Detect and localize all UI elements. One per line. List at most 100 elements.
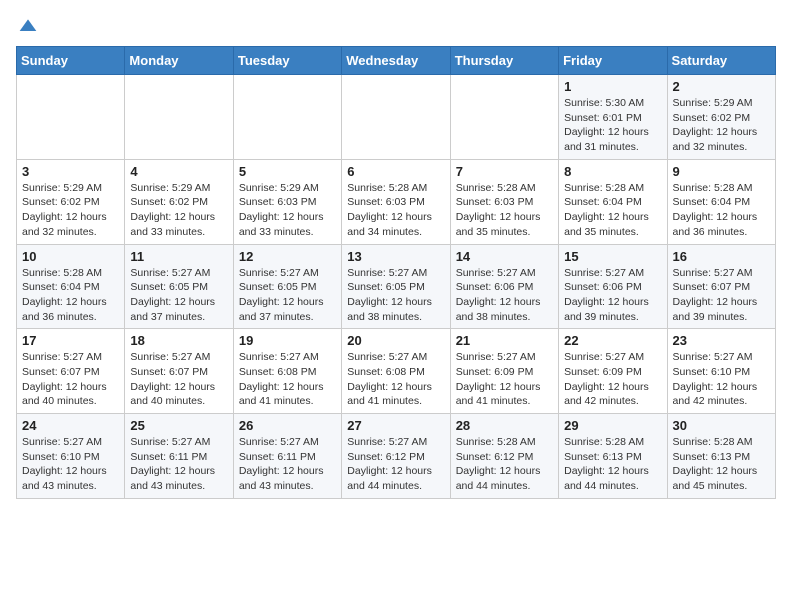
calendar-day-cell: 20Sunrise: 5:27 AMSunset: 6:08 PMDayligh… [342, 329, 450, 414]
day-number: 1 [564, 79, 661, 94]
calendar-day-cell: 15 Sunrise: 5:27 AMSunset: 6:06 PMDayligh… [559, 244, 667, 329]
day-number: 25 [130, 418, 227, 433]
logo [16, 16, 38, 36]
day-number: 18 [130, 333, 227, 348]
day-of-week-header: Friday [559, 47, 667, 75]
calendar-day-cell: 25 Sunrise: 5:27 AMSunset: 6:11 PMDayligh… [125, 414, 233, 499]
day-info: Sunrise: 5:27 AMSunset: 6:07 PMDaylight:… [673, 266, 770, 325]
day-number: 20 [347, 333, 444, 348]
calendar-day-cell [450, 75, 558, 160]
day-number: 29 [564, 418, 661, 433]
day-number: 2 [673, 79, 770, 94]
day-info: Sunrise: 5:27 AMSunset: 6:05 PMDaylight:… [239, 266, 336, 325]
day-info: Sunrise: 5:27 AMSunset: 6:10 PMDaylight:… [22, 435, 119, 494]
day-info: Sunrise: 5:27 AMSunset: 6:11 PMDaylight:… [130, 435, 227, 494]
day-number: 12 [239, 249, 336, 264]
day-number: 27 [347, 418, 444, 433]
calendar-day-cell: 18 Sunrise: 5:27 AMSunset: 6:07 PMDayligh… [125, 329, 233, 414]
day-info: Sunrise: 5:28 AMSunset: 6:04 PMDaylight:… [564, 181, 661, 240]
calendar-day-cell: 28 Sunrise: 5:28 AMSunset: 6:12 PMDayligh… [450, 414, 558, 499]
day-number: 6 [347, 164, 444, 179]
day-info: Sunrise: 5:28 AMSunset: 6:13 PMDaylight:… [564, 435, 661, 494]
day-number: 19 [239, 333, 336, 348]
calendar-day-cell: 12 Sunrise: 5:27 AMSunset: 6:05 PMDayligh… [233, 244, 341, 329]
calendar-day-cell: 17 Sunrise: 5:27 AMSunset: 6:07 PMDayligh… [17, 329, 125, 414]
calendar-day-cell [17, 75, 125, 160]
calendar-day-cell: 27 Sunrise: 5:27 AMSunset: 6:12 PMDayligh… [342, 414, 450, 499]
calendar-day-cell: 4 Sunrise: 5:29 AMSunset: 6:02 PMDaylight… [125, 159, 233, 244]
day-number: 23 [673, 333, 770, 348]
calendar-header-row: SundayMondayTuesdayWednesdayThursdayFrid… [17, 47, 776, 75]
day-info: Sunrise: 5:27 AMSunset: 6:11 PMDaylight:… [239, 435, 336, 494]
day-number: 7 [456, 164, 553, 179]
day-number: 8 [564, 164, 661, 179]
day-info: Sunrise: 5:28 AMSunset: 6:12 PMDaylight:… [456, 435, 553, 494]
calendar-day-cell [342, 75, 450, 160]
day-of-week-header: Sunday [17, 47, 125, 75]
day-info: Sunrise: 5:28 AMSunset: 6:03 PMDaylight:… [347, 181, 444, 240]
day-info: Sunrise: 5:27 AMSunset: 6:08 PMDaylight:… [239, 350, 336, 409]
day-info: Sunrise: 5:29 AMSunset: 6:02 PMDaylight:… [22, 181, 119, 240]
day-info: Sunrise: 5:27 AMSunset: 6:12 PMDaylight:… [347, 435, 444, 494]
day-number: 14 [456, 249, 553, 264]
calendar-day-cell [125, 75, 233, 160]
day-info: Sunrise: 5:30 AMSunset: 6:01 PMDaylight:… [564, 96, 661, 155]
day-info: Sunrise: 5:27 AMSunset: 6:09 PMDaylight:… [456, 350, 553, 409]
calendar-week-row: 3 Sunrise: 5:29 AMSunset: 6:02 PMDaylight… [17, 159, 776, 244]
calendar-table: SundayMondayTuesdayWednesdayThursdayFrid… [16, 46, 776, 499]
calendar-day-cell: 7 Sunrise: 5:28 AMSunset: 6:03 PMDaylight… [450, 159, 558, 244]
day-info: Sunrise: 5:29 AMSunset: 6:02 PMDaylight:… [130, 181, 227, 240]
calendar-week-row: 1 Sunrise: 5:30 AMSunset: 6:01 PMDaylight… [17, 75, 776, 160]
calendar-day-cell: 22Sunrise: 5:27 AMSunset: 6:09 PMDayligh… [559, 329, 667, 414]
day-info: Sunrise: 5:27 AMSunset: 6:07 PMDaylight:… [130, 350, 227, 409]
calendar-day-cell: 3 Sunrise: 5:29 AMSunset: 6:02 PMDaylight… [17, 159, 125, 244]
calendar-day-cell: 19 Sunrise: 5:27 AMSunset: 6:08 PMDayligh… [233, 329, 341, 414]
calendar-day-cell: 1 Sunrise: 5:30 AMSunset: 6:01 PMDaylight… [559, 75, 667, 160]
day-number: 17 [22, 333, 119, 348]
day-info: Sunrise: 5:28 AMSunset: 6:04 PMDaylight:… [22, 266, 119, 325]
day-info: Sunrise: 5:29 AMSunset: 6:03 PMDaylight:… [239, 181, 336, 240]
calendar-day-cell: 8 Sunrise: 5:28 AMSunset: 6:04 PMDaylight… [559, 159, 667, 244]
day-number: 4 [130, 164, 227, 179]
calendar-day-cell: 6 Sunrise: 5:28 AMSunset: 6:03 PMDaylight… [342, 159, 450, 244]
day-number: 22 [564, 333, 661, 348]
day-number: 3 [22, 164, 119, 179]
calendar-day-cell: 11Sunrise: 5:27 AMSunset: 6:05 PMDayligh… [125, 244, 233, 329]
day-info: Sunrise: 5:28 AMSunset: 6:04 PMDaylight:… [673, 181, 770, 240]
day-number: 26 [239, 418, 336, 433]
day-info: Sunrise: 5:29 AMSunset: 6:02 PMDaylight:… [673, 96, 770, 155]
day-info: Sunrise: 5:27 AMSunset: 6:07 PMDaylight:… [22, 350, 119, 409]
day-info: Sunrise: 5:27 AMSunset: 6:10 PMDaylight:… [673, 350, 770, 409]
day-number: 5 [239, 164, 336, 179]
calendar-week-row: 10Sunrise: 5:28 AMSunset: 6:04 PMDayligh… [17, 244, 776, 329]
day-number: 28 [456, 418, 553, 433]
calendar-day-cell [233, 75, 341, 160]
calendar-day-cell: 30Sunrise: 5:28 AMSunset: 6:13 PMDayligh… [667, 414, 775, 499]
day-of-week-header: Thursday [450, 47, 558, 75]
logo-icon [18, 16, 38, 36]
day-info: Sunrise: 5:27 AMSunset: 6:06 PMDaylight:… [564, 266, 661, 325]
day-of-week-header: Wednesday [342, 47, 450, 75]
calendar-day-cell: 24 Sunrise: 5:27 AMSunset: 6:10 PMDayligh… [17, 414, 125, 499]
day-info: Sunrise: 5:27 AMSunset: 6:06 PMDaylight:… [456, 266, 553, 325]
calendar-day-cell: 16 Sunrise: 5:27 AMSunset: 6:07 PMDayligh… [667, 244, 775, 329]
day-of-week-header: Tuesday [233, 47, 341, 75]
day-number: 13 [347, 249, 444, 264]
day-info: Sunrise: 5:27 AMSunset: 6:05 PMDaylight:… [347, 266, 444, 325]
calendar-week-row: 17 Sunrise: 5:27 AMSunset: 6:07 PMDayligh… [17, 329, 776, 414]
day-of-week-header: Monday [125, 47, 233, 75]
day-number: 24 [22, 418, 119, 433]
day-number: 11 [130, 249, 227, 264]
day-number: 9 [673, 164, 770, 179]
day-info: Sunrise: 5:28 AMSunset: 6:13 PMDaylight:… [673, 435, 770, 494]
calendar-day-cell: 29 Sunrise: 5:28 AMSunset: 6:13 PMDayligh… [559, 414, 667, 499]
calendar-day-cell: 14 Sunrise: 5:27 AMSunset: 6:06 PMDayligh… [450, 244, 558, 329]
day-info: Sunrise: 5:28 AMSunset: 6:03 PMDaylight:… [456, 181, 553, 240]
day-number: 15 [564, 249, 661, 264]
calendar-day-cell: 26 Sunrise: 5:27 AMSunset: 6:11 PMDayligh… [233, 414, 341, 499]
calendar-day-cell: 9 Sunrise: 5:28 AMSunset: 6:04 PMDaylight… [667, 159, 775, 244]
calendar-week-row: 24 Sunrise: 5:27 AMSunset: 6:10 PMDayligh… [17, 414, 776, 499]
calendar-day-cell: 10Sunrise: 5:28 AMSunset: 6:04 PMDayligh… [17, 244, 125, 329]
day-number: 21 [456, 333, 553, 348]
day-number: 16 [673, 249, 770, 264]
